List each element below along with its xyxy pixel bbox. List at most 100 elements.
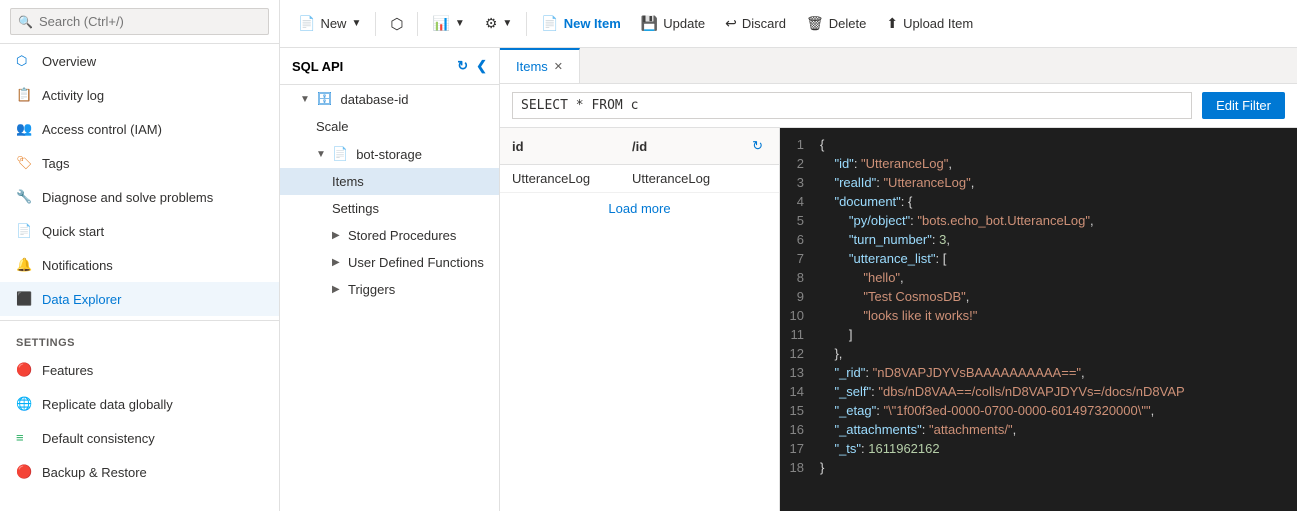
split-container: id /id ↻ UtteranceLog UtteranceLog Load … [500, 128, 1297, 511]
toolbar-sep-1 [375, 12, 376, 36]
line-content-6: "turn_number": 3, [820, 232, 1297, 247]
json-line-11: 11 ] [780, 326, 1297, 345]
line-num-10: 10 [780, 308, 820, 323]
sidebar-item-data-explorer[interactable]: ⬛ Data Explorer [0, 282, 279, 316]
header-refresh-icon[interactable]: ↻ [744, 134, 771, 158]
diagnose-icon: 🔧 [16, 189, 32, 205]
sidebar-item-iam[interactable]: 👥 Access control (IAM) [0, 112, 279, 146]
tree-udf-item[interactable]: ▶ User Defined Functions [280, 249, 499, 276]
line-num-14: 14 [780, 384, 820, 399]
line-content-13: "_rid": "nD8VAPJDYVsBAAAAAAAAAA==", [820, 365, 1297, 380]
line-num-8: 8 [780, 270, 820, 285]
view-dropdown-icon: ▼ [455, 18, 465, 29]
line-num-2: 2 [780, 156, 820, 171]
arrow-triggers: ▶ [332, 284, 344, 295]
line-num-7: 7 [780, 251, 820, 266]
tree-items-item[interactable]: Items [280, 168, 499, 195]
line-num-11: 11 [780, 327, 820, 342]
new-item-button[interactable]: 📄 New Item [531, 6, 631, 42]
tree-stored-procedures-item[interactable]: ▶ Stored Procedures [280, 222, 499, 249]
refresh-icon[interactable]: ↻ [457, 58, 468, 74]
line-content-14: "_self": "dbs/nD8VAA==/colls/nD8VAPJDYVs… [820, 384, 1297, 399]
items-header: id /id ↻ [500, 128, 779, 165]
sidebar-item-activity-log[interactable]: 📋 Activity log [0, 78, 279, 112]
items-list-section: id /id ↻ UtteranceLog UtteranceLog Load … [500, 128, 780, 511]
query-icon: ⬡ [390, 15, 403, 33]
tab-close-icon[interactable]: ✕ [554, 60, 563, 73]
line-num-1: 1 [780, 137, 820, 152]
tree-database-item[interactable]: ▼ 🗄 database-id [280, 85, 499, 113]
notifications-icon: 🔔 [16, 257, 32, 273]
activity-icon: 📋 [16, 87, 32, 103]
toolbar: 📄 New ▼ ⬡ 📊 ▼ ⚙ ▼ 📄 New Item 💾 Update ↩ … [280, 0, 1297, 48]
json-line-7: 7 "utterance_list": [ [780, 250, 1297, 269]
edit-filter-button[interactable]: Edit Filter [1202, 92, 1285, 119]
col-header-id: id [500, 135, 620, 158]
json-editor: 1 { 2 "id": "UtteranceLog", 3 "realId": … [780, 128, 1297, 511]
settings-button[interactable]: ⚙ ▼ [475, 6, 522, 42]
json-line-4: 4 "document": { [780, 193, 1297, 212]
line-content-4: "document": { [820, 194, 1297, 209]
scale-label: Scale [316, 119, 349, 134]
tree-settings-item[interactable]: Settings [280, 195, 499, 222]
main-area: 📄 New ▼ ⬡ 📊 ▼ ⚙ ▼ 📄 New Item 💾 Update ↩ … [280, 0, 1297, 511]
sidebar-item-overview[interactable]: ⬡ Overview [0, 44, 279, 78]
update-icon: 💾 [641, 15, 658, 32]
sql-api-label: SQL API [292, 59, 343, 74]
tree-scale-item[interactable]: Scale [280, 113, 499, 140]
tab-items-label: Items [516, 59, 548, 74]
container-icon: 📄 [332, 146, 348, 162]
json-line-17: 17 "_ts": 1611962162 [780, 440, 1297, 459]
backup-icon: 🔴 [16, 464, 32, 480]
arrow-stored-procedures: ▶ [332, 230, 344, 241]
update-button[interactable]: 💾 Update [631, 6, 715, 42]
tree-triggers-item[interactable]: ▶ Triggers [280, 276, 499, 303]
json-line-14: 14 "_self": "dbs/nD8VAA==/colls/nD8VAPJD… [780, 383, 1297, 402]
sidebar-item-backup[interactable]: 🔴 Backup & Restore [0, 455, 279, 489]
tree-header: SQL API ↻ ❮ [280, 48, 499, 85]
database-icon: 🗄 [316, 91, 333, 107]
tab-items[interactable]: Items ✕ [500, 48, 580, 83]
sidebar-item-diagnose[interactable]: 🔧 Diagnose and solve problems [0, 180, 279, 214]
json-line-13: 13 "_rid": "nD8VAPJDYVsBAAAAAAAAAA==", [780, 364, 1297, 383]
sidebar-item-replicate[interactable]: 🌐 Replicate data globally [0, 387, 279, 421]
tree-bot-storage-item[interactable]: ▼ 📄 bot-storage [280, 140, 499, 168]
sidebar-item-quickstart[interactable]: 📄 Quick start [0, 214, 279, 248]
load-more-link[interactable]: Load more [500, 193, 779, 224]
new-item-icon: 📄 [541, 15, 558, 32]
settings-dropdown-icon: ▼ [502, 18, 512, 29]
sidebar-item-features[interactable]: 🔴 Features [0, 353, 279, 387]
triggers-label: Triggers [348, 282, 395, 297]
line-content-16: "_attachments": "attachments/", [820, 422, 1297, 437]
settings-icon: ⚙ [485, 15, 498, 32]
line-num-4: 4 [780, 194, 820, 209]
col-header-slash-id: /id [620, 135, 744, 158]
data-panel: Items ✕ Edit Filter id /id ↻ [500, 48, 1297, 511]
tree-header-icons: ↻ ❮ [457, 58, 487, 74]
line-content-1: { [820, 137, 1297, 152]
new-button[interactable]: 📄 New ▼ [288, 6, 371, 42]
collapse-icon[interactable]: ❮ [476, 58, 487, 74]
data-explorer-icon: ⬛ [16, 291, 32, 307]
settings-label: Settings [332, 201, 379, 216]
line-content-18: } [820, 460, 1297, 475]
table-row[interactable]: UtteranceLog UtteranceLog [500, 165, 779, 193]
sidebar-search-area: 🔍 [0, 0, 279, 44]
overview-icon: ⬡ [16, 53, 32, 69]
tags-icon: 🏷 [16, 155, 32, 171]
line-content-3: "realId": "UtteranceLog", [820, 175, 1297, 190]
sidebar-item-notifications[interactable]: 🔔 Notifications [0, 248, 279, 282]
arrow-udf: ▶ [332, 257, 344, 268]
stored-procedures-label: Stored Procedures [348, 228, 456, 243]
json-line-10: 10 "looks like it works!" [780, 307, 1297, 326]
open-query-button[interactable]: ⬡ [380, 6, 413, 42]
upload-item-button[interactable]: ⬆ Upload Item [876, 6, 983, 42]
view-button[interactable]: 📊 ▼ [422, 6, 474, 42]
search-input[interactable] [10, 8, 269, 35]
sidebar-item-default-consistency[interactable]: ≡ Default consistency [0, 421, 279, 455]
query-input[interactable] [512, 92, 1192, 119]
delete-button[interactable]: 🗑 Delete [796, 6, 876, 42]
settings-section-header: Settings [0, 325, 279, 353]
discard-button[interactable]: ↩ Discard [715, 6, 796, 42]
sidebar-item-tags[interactable]: 🏷 Tags [0, 146, 279, 180]
